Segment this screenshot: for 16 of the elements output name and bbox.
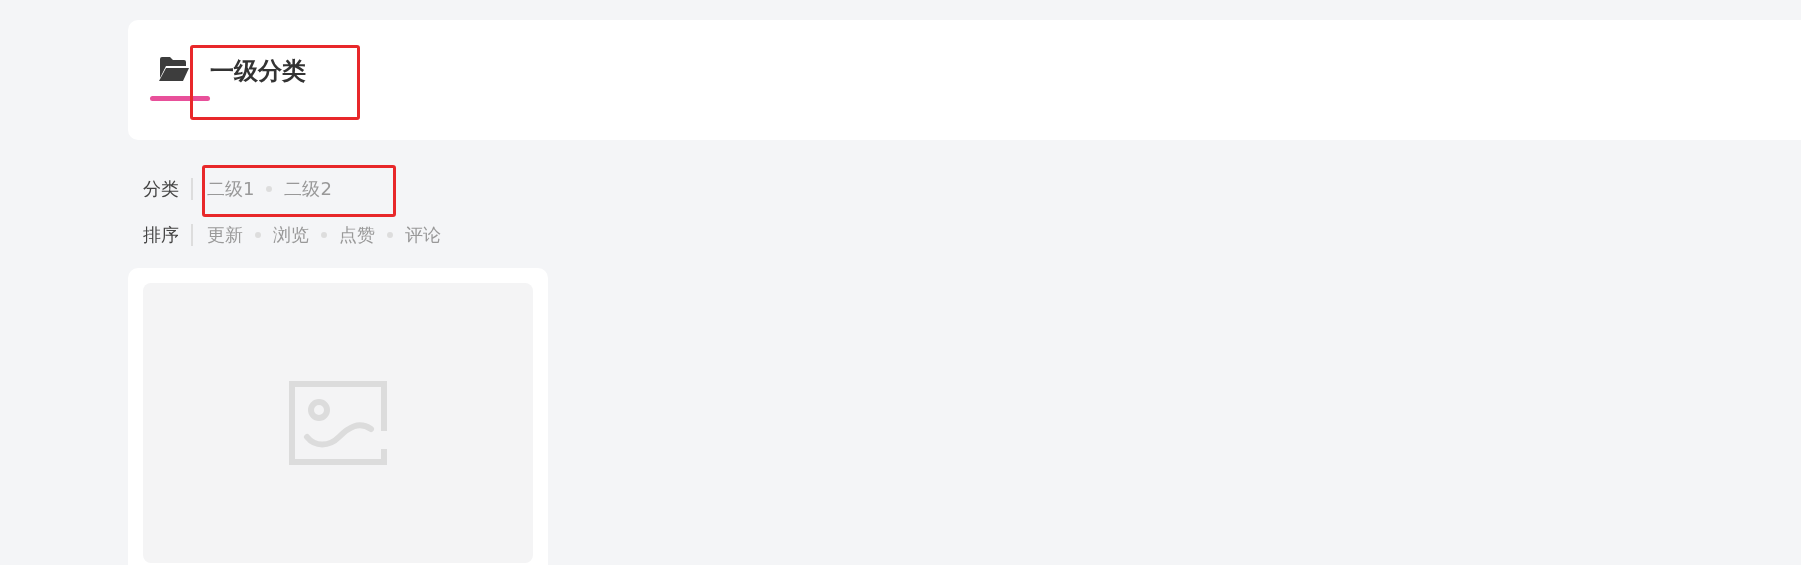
filter-option[interactable]: 更新: [207, 224, 243, 246]
category-title: 一级分类: [210, 56, 306, 87]
image-icon: [289, 381, 387, 465]
filter-option[interactable]: 浏览: [273, 224, 309, 246]
dot-separator: [266, 186, 273, 192]
dot-separator: [255, 232, 261, 238]
filter-label: 分类: [143, 178, 193, 200]
dot-separator: [387, 232, 393, 238]
filter-option[interactable]: 点赞: [339, 224, 375, 246]
underline-mark: [150, 96, 210, 101]
folder-icon: [158, 56, 190, 82]
filter-option[interactable]: 评论: [405, 224, 441, 246]
filter-option[interactable]: 二级1: [207, 178, 255, 200]
dot-separator: [321, 232, 327, 238]
filter-option[interactable]: 二级2: [284, 178, 332, 200]
filter-label: 排序: [143, 224, 193, 246]
